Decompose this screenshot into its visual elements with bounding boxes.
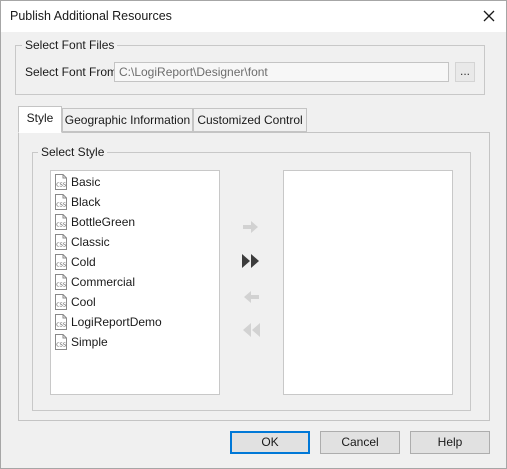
list-item-commercial[interactable]: CSS Commercial bbox=[54, 273, 135, 291]
style-name: BottleGreen bbox=[71, 215, 136, 229]
title-bar: Publish Additional Resources bbox=[1, 1, 506, 32]
tab-geographic-information[interactable]: Geographic Information bbox=[62, 108, 193, 132]
svg-text:CSS: CSS bbox=[56, 343, 66, 349]
list-item-cool[interactable]: CSS Cool bbox=[54, 293, 96, 311]
list-item-cold[interactable]: CSS Cold bbox=[54, 253, 96, 271]
svg-text:CSS: CSS bbox=[56, 203, 66, 209]
list-item-simple[interactable]: CSS Simple bbox=[54, 333, 108, 351]
svg-text:CSS: CSS bbox=[56, 243, 66, 249]
list-item-basic[interactable]: CSS Basic bbox=[54, 173, 100, 191]
list-item-black[interactable]: CSS Black bbox=[54, 193, 100, 211]
tab-customized-control[interactable]: Customized Control bbox=[193, 108, 307, 132]
cancel-button[interactable]: Cancel bbox=[320, 431, 400, 454]
add-all-button[interactable] bbox=[240, 250, 262, 272]
style-name: Cold bbox=[71, 255, 96, 269]
list-item-logireportdemo[interactable]: CSS LogiReportDemo bbox=[54, 313, 162, 331]
css-file-icon: CSS bbox=[55, 174, 67, 190]
font-files-group-label: Select Font Files bbox=[22, 38, 118, 52]
svg-text:CSS: CSS bbox=[56, 183, 66, 189]
ok-button[interactable]: OK bbox=[230, 431, 310, 454]
style-name: Simple bbox=[71, 335, 108, 349]
selected-styles-list[interactable] bbox=[283, 170, 453, 395]
tab-style[interactable]: Style bbox=[18, 106, 62, 133]
font-path-label: Select Font From: bbox=[25, 65, 121, 79]
arrow-right-icon bbox=[243, 221, 258, 233]
svg-text:CSS: CSS bbox=[56, 303, 66, 309]
svg-text:CSS: CSS bbox=[56, 223, 66, 229]
style-name: LogiReportDemo bbox=[71, 315, 162, 329]
svg-text:CSS: CSS bbox=[56, 283, 66, 289]
style-name: Cool bbox=[71, 295, 96, 309]
help-button[interactable]: Help bbox=[410, 431, 490, 454]
style-name: Commercial bbox=[71, 275, 136, 289]
css-file-icon: CSS bbox=[55, 214, 67, 230]
close-icon bbox=[483, 10, 495, 22]
available-styles-list[interactable]: CSS Basic CSS Black CSS BottleGreen CSS … bbox=[50, 170, 220, 395]
browse-button[interactable]: ... bbox=[455, 62, 475, 82]
css-file-icon: CSS bbox=[55, 194, 67, 210]
close-button[interactable] bbox=[476, 4, 502, 28]
list-item-classic[interactable]: CSS Classic bbox=[54, 233, 110, 251]
css-file-icon: CSS bbox=[55, 234, 67, 250]
list-item-bottlegreen[interactable]: CSS BottleGreen bbox=[54, 213, 135, 231]
font-path-field[interactable]: C:\LogiReport\Designer\font bbox=[114, 62, 449, 82]
svg-text:CSS: CSS bbox=[56, 323, 66, 329]
publish-additional-resources-dialog: Publish Additional Resources Select Font… bbox=[0, 0, 507, 469]
css-file-icon: CSS bbox=[55, 294, 67, 310]
css-file-icon: CSS bbox=[55, 274, 67, 290]
add-selected-button[interactable] bbox=[240, 216, 262, 238]
arrow-left-icon bbox=[244, 291, 259, 303]
style-name: Classic bbox=[71, 235, 110, 249]
double-arrow-left-icon bbox=[243, 323, 260, 337]
double-arrow-right-icon bbox=[242, 254, 259, 268]
css-file-icon: CSS bbox=[55, 334, 67, 350]
remove-selected-button[interactable] bbox=[240, 286, 262, 308]
css-file-icon: CSS bbox=[55, 254, 67, 270]
svg-text:CSS: CSS bbox=[56, 263, 66, 269]
css-file-icon: CSS bbox=[55, 314, 67, 330]
style-name: Basic bbox=[71, 175, 101, 189]
style-name: Black bbox=[71, 195, 101, 209]
select-style-group-label: Select Style bbox=[38, 145, 108, 159]
dialog-title: Publish Additional Resources bbox=[10, 9, 172, 23]
remove-all-button[interactable] bbox=[240, 319, 262, 341]
